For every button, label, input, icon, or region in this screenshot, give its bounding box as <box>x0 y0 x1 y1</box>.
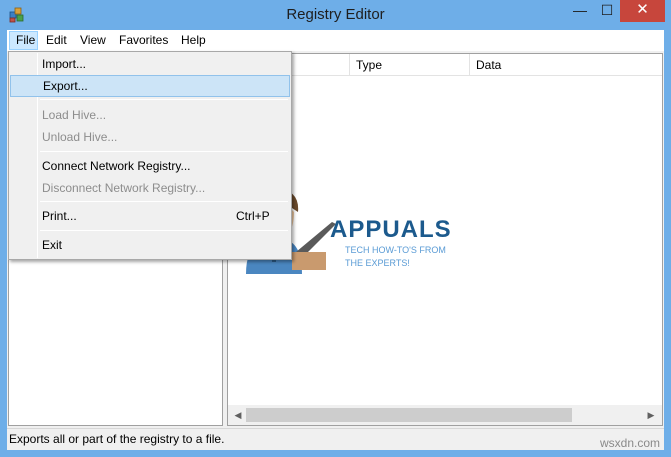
scroll-left-arrow-icon[interactable]: ◀ <box>230 406 246 424</box>
menu-item-disconnect-network-registry: Disconnect Network Registry... <box>42 181 206 195</box>
column-header-data[interactable]: Data <box>469 54 662 76</box>
menu-item-export[interactable]: Export... <box>10 75 290 97</box>
logo-tagline-2: THE EXPERTS! <box>345 258 410 268</box>
logo-tagline-1: TECH HOW-TO'S FROM <box>345 245 446 255</box>
menu-help[interactable]: Help <box>175 31 212 50</box>
menu-favorites[interactable]: Favorites <box>113 31 174 50</box>
menu-separator <box>40 230 288 231</box>
minimize-button[interactable]: — <box>566 0 594 22</box>
menu-separator <box>40 201 288 202</box>
column-header-type[interactable]: Type <box>349 54 469 76</box>
menu-view[interactable]: View <box>74 31 112 50</box>
menu-item-connect-network-registry[interactable]: Connect Network Registry... <box>10 155 290 177</box>
logo-title: APPUALS <box>330 216 452 243</box>
scrollbar-thumb[interactable] <box>246 408 572 422</box>
site-watermark: wsxdn.com <box>600 436 661 450</box>
menu-item-exit[interactable]: Exit <box>10 234 290 256</box>
print-shortcut: Ctrl+P <box>236 209 270 223</box>
menu-file[interactable]: File <box>9 31 38 50</box>
menu-separator <box>40 151 288 152</box>
scroll-right-arrow-icon[interactable]: ▶ <box>643 406 659 424</box>
menu-item-load-hive: Load Hive... <box>42 108 107 122</box>
menu-item-unload-hive: Unload Hive... <box>42 130 118 144</box>
status-text: Exports all or part of the registry to a… <box>9 432 225 446</box>
menu-item-import[interactable]: Import... <box>10 53 290 75</box>
maximize-button[interactable]: ☐ <box>594 0 620 22</box>
menu-separator <box>40 99 288 100</box>
menu-edit[interactable]: Edit <box>40 31 73 50</box>
close-button[interactable]: ✕ <box>620 0 665 22</box>
